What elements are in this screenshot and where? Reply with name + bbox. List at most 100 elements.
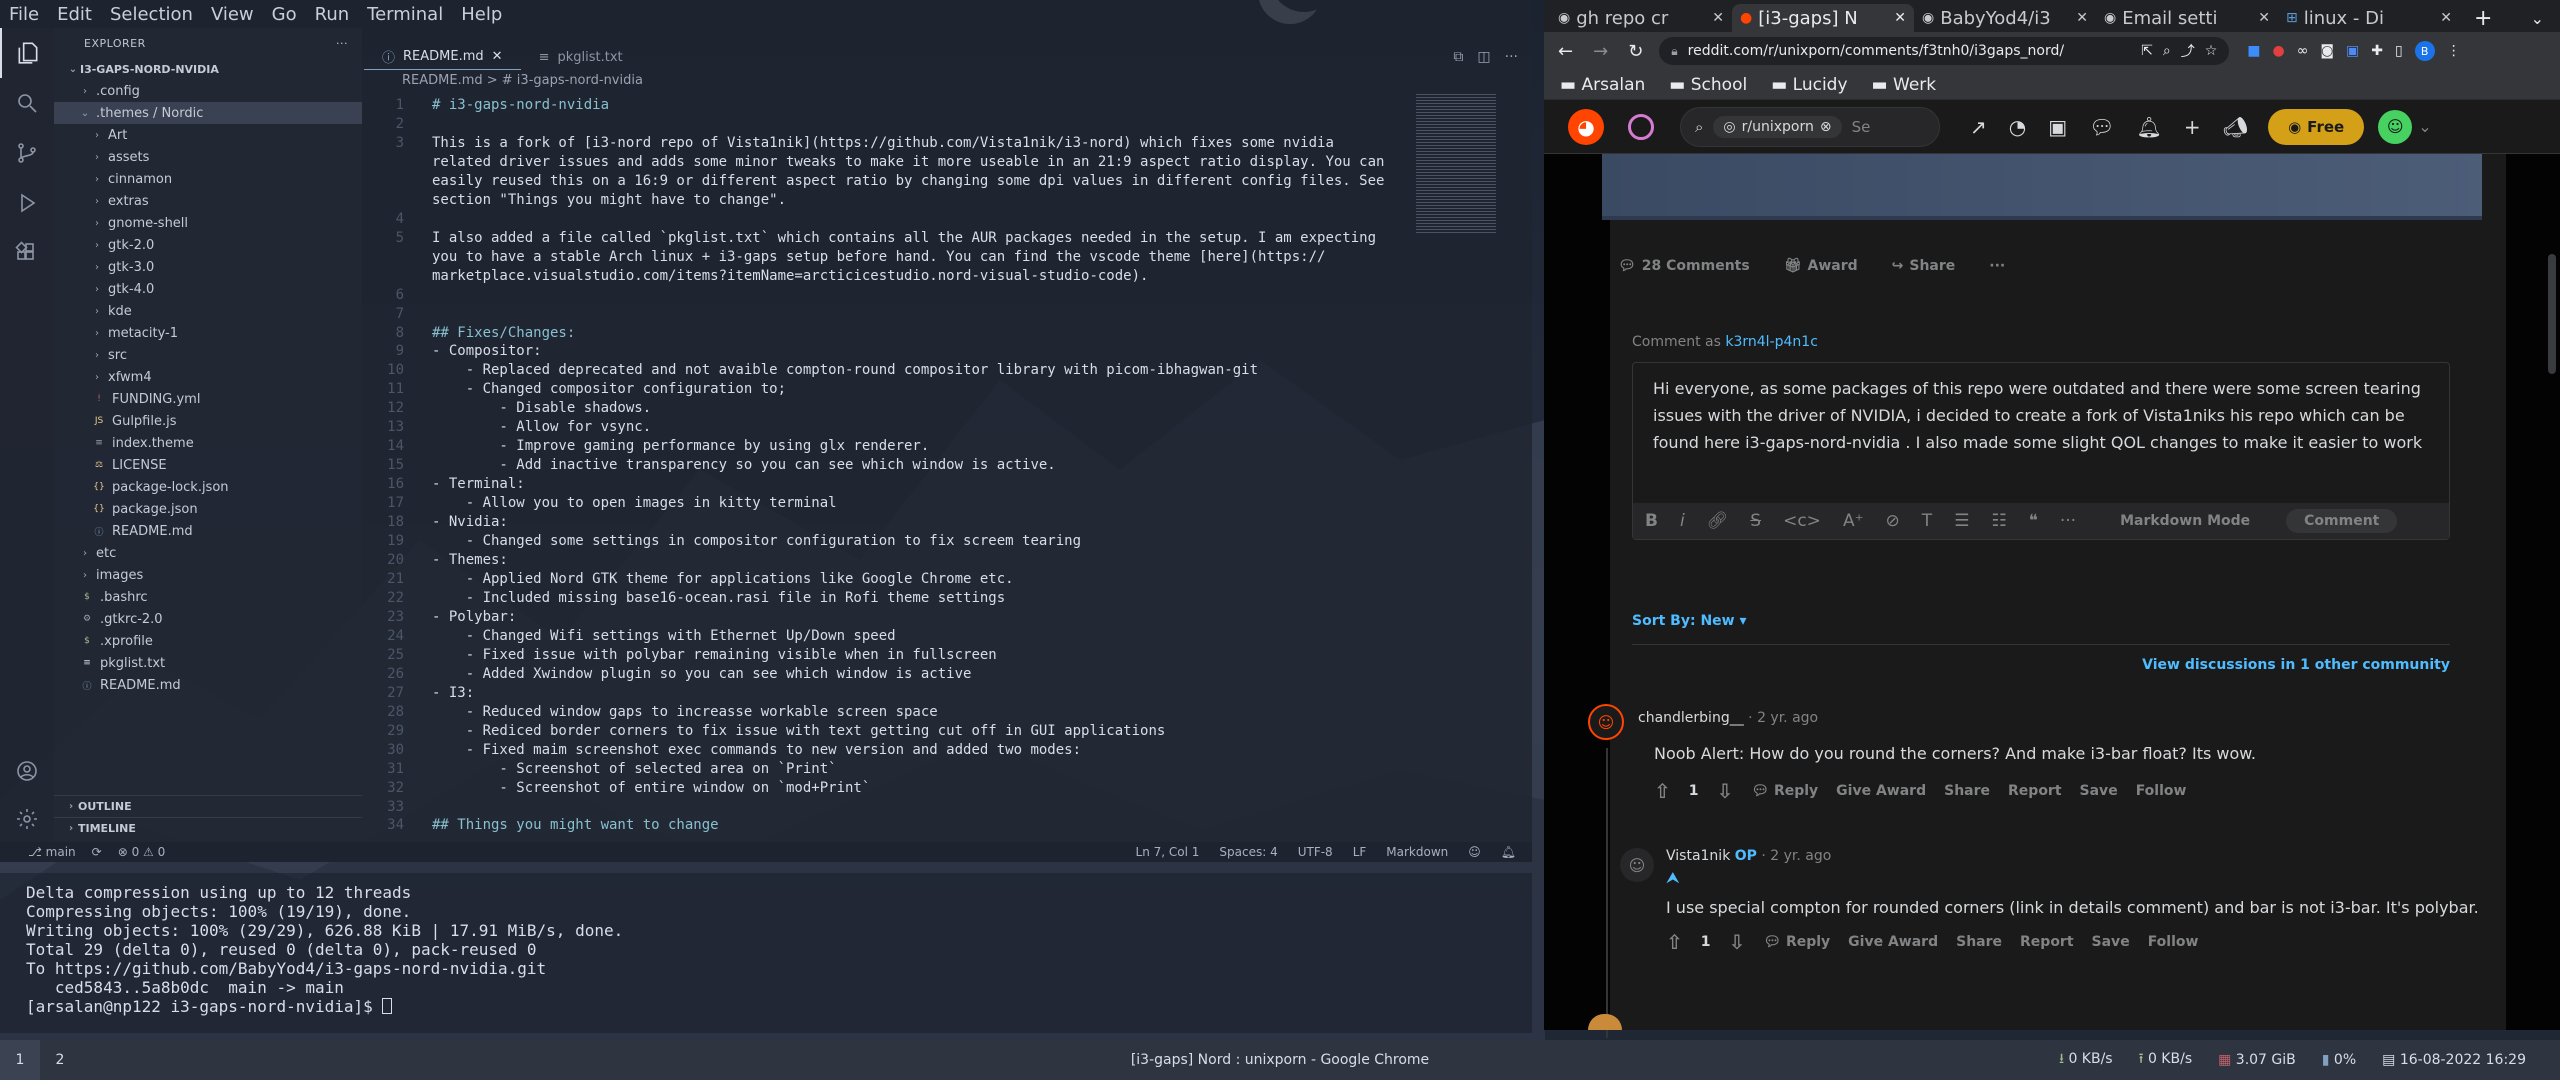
inline-code-icon[interactable]: <c> — [1783, 511, 1821, 531]
tree-folder[interactable]: › src — [54, 344, 362, 366]
bookmark-folder[interactable]: ▬ School — [1669, 75, 1747, 95]
close-tab-icon[interactable]: ✕ — [2076, 10, 2088, 26]
problems-indicator[interactable]: ⊗ 0 ⚠ 0 — [118, 845, 166, 859]
open-in-app-icon[interactable]: ⇱ — [2141, 43, 2153, 59]
stats-icon[interactable]: ◔ — [2009, 115, 2026, 139]
browser-tab-active[interactable]: ● [i3-gaps] N ✕ — [1732, 4, 1914, 32]
share-button[interactable]: ↪ Share — [1892, 258, 1956, 274]
reply-button[interactable]: 💬︎ Reply — [1763, 934, 1830, 950]
settings-gear-icon[interactable] — [0, 794, 54, 844]
bulleted-list-icon[interactable]: ☰ — [1954, 511, 1969, 531]
quote-block-icon[interactable]: ❝ — [2029, 511, 2038, 531]
advertise-icon[interactable]: 📣︎ — [2223, 115, 2248, 139]
popular-icon[interactable]: ↗ — [1970, 115, 1987, 139]
tree-file[interactable]: {} package-lock.json — [54, 476, 362, 498]
report-button[interactable]: Report — [2020, 934, 2074, 950]
language-mode[interactable]: Markdown — [1386, 845, 1448, 859]
zoom-icon[interactable]: ⌕ — [2163, 43, 2171, 59]
close-tab-icon[interactable]: ✕ — [2258, 10, 2270, 26]
indentation[interactable]: Spaces: 4 — [1219, 845, 1277, 859]
bold-icon[interactable]: B — [1645, 511, 1658, 531]
omnibox[interactable]: 🔒︎ reddit.com/r/unixporn/comments/f3tnh0… — [1659, 37, 2230, 65]
feedback-icon[interactable]: ☺ — [1468, 845, 1481, 859]
tree-folder[interactable]: › assets — [54, 146, 362, 168]
notification-bell-icon[interactable]: 🔔︎ — [2137, 115, 2162, 139]
tree-file[interactable]: ≡ index.theme — [54, 432, 362, 454]
workspace-root[interactable]: ⌄ I3-GAPS-NORD-NVIDIA — [54, 58, 362, 80]
follow-button[interactable]: Follow — [2148, 934, 2199, 950]
tree-file[interactable]: ⓘ README.md — [54, 520, 362, 542]
cursor-position[interactable]: Ln 7, Col 1 — [1136, 845, 1200, 859]
open-preview-icon[interactable]: ⧉ — [1453, 49, 1463, 65]
menu-view[interactable]: View — [202, 4, 263, 25]
browser-tab[interactable]: ◉ Email setti ✕ — [2096, 4, 2278, 32]
workspace-button[interactable]: 1 — [0, 1040, 40, 1080]
more-actions-icon[interactable]: ··· — [336, 37, 348, 50]
close-tab-icon[interactable]: ✕ — [1894, 10, 1906, 26]
close-tab-icon[interactable]: ✕ — [1712, 10, 1724, 26]
profile-avatar[interactable]: B — [2414, 41, 2435, 61]
tree-folder[interactable]: › kde — [54, 300, 362, 322]
tree-folder[interactable]: › metacity-1 — [54, 322, 362, 344]
username-link[interactable]: k3rn4l-p4n1c — [1725, 334, 1818, 350]
reddit-logo-icon[interactable]: ◕ — [1568, 108, 1604, 145]
search-bar[interactable]: ⌕ ◎ r/unixporn ⊗ Se — [1680, 106, 1940, 147]
menu-run[interactable]: Run — [306, 4, 359, 25]
chrome-menu-icon[interactable]: ⋮ — [2447, 43, 2461, 59]
save-button[interactable]: Save — [2092, 934, 2130, 950]
outline-section[interactable]: › OUTLINE — [54, 795, 362, 817]
timeline-section[interactable]: › TIMELINE — [54, 817, 362, 839]
report-button[interactable]: Report — [2008, 783, 2062, 799]
tree-file[interactable]: ⓘ README.md — [54, 674, 362, 696]
tree-folder[interactable]: ⌄ .themes / Nordic — [54, 102, 362, 124]
menu-terminal[interactable]: Terminal — [358, 4, 452, 25]
upvote-icon[interactable]: ⇧ — [1666, 930, 1683, 954]
run-debug-icon[interactable] — [0, 178, 54, 228]
reload-icon[interactable]: ↻ — [1618, 41, 1653, 62]
tab-readme[interactable]: ⓘ README.md ✕ — [364, 44, 521, 70]
tree-folder[interactable]: › gtk-3.0 — [54, 256, 362, 278]
tree-file[interactable]: JS Gulpfile.js — [54, 410, 362, 432]
tree-folder[interactable]: › cinnamon — [54, 168, 362, 190]
chevron-down-icon[interactable]: ⌄ — [2418, 117, 2431, 136]
share-icon[interactable]: ⤴ — [2181, 41, 2195, 61]
more-actions-icon[interactable]: ··· — [1505, 49, 1518, 65]
bookmark-star-icon[interactable]: ☆ — [2205, 43, 2218, 59]
more-options-icon[interactable]: ··· — [1989, 258, 2005, 274]
branch-indicator[interactable]: ⎇ main — [28, 845, 76, 859]
award-button[interactable]: 🎁︎ Award — [1784, 258, 1858, 274]
line-ending[interactable]: LF — [1353, 845, 1367, 859]
minimap[interactable] — [1416, 94, 1496, 234]
upvote-icon[interactable]: ⇧ — [1654, 779, 1671, 803]
free-coins-button[interactable]: ◉ Free — [2268, 108, 2365, 145]
extension-adblock-icon[interactable]: ● — [2273, 43, 2285, 59]
close-tab-icon[interactable]: ✕ — [2440, 10, 2452, 26]
tree-file[interactable]: ≡ pkglist.txt — [54, 652, 362, 674]
tree-folder[interactable]: › Art — [54, 124, 362, 146]
browser-tab[interactable]: ◉ BabyYod4/i3 ✕ — [1914, 4, 2096, 32]
link-icon[interactable]: 🔗︎ — [1707, 511, 1729, 531]
strikethrough-icon[interactable]: S — [1750, 511, 1761, 531]
markdown-mode-button[interactable]: Markdown Mode — [2120, 513, 2250, 529]
user-avatar[interactable]: ☺ — [1588, 704, 1624, 740]
comments-count[interactable]: 💬︎ 28 Comments — [1618, 258, 1750, 274]
give-award-button[interactable]: Give Award — [1848, 934, 1938, 950]
heading-icon[interactable]: T — [1922, 511, 1932, 531]
reply-button[interactable]: 💬︎ Reply — [1751, 783, 1818, 799]
extensions-puzzle-icon[interactable]: ✚ — [2371, 43, 2383, 59]
tab-pkglist[interactable]: ≡ pkglist.txt — [521, 44, 641, 70]
share-button[interactable]: Share — [1944, 783, 1990, 799]
post-image-strip[interactable] — [1602, 154, 2482, 220]
comment-author[interactable]: chandlerbing__ — [1638, 710, 1744, 726]
new-tab-button[interactable]: + — [2460, 4, 2506, 32]
sort-dropdown[interactable]: Sort By: New ▾ — [1632, 613, 1747, 637]
tree-file[interactable]: ⚙ .gtkrc-2.0 — [54, 608, 362, 630]
account-icon[interactable] — [0, 746, 54, 796]
bookmark-folder[interactable]: ▬ Werk — [1872, 75, 1937, 95]
create-post-icon[interactable]: + — [2184, 115, 2201, 139]
close-icon[interactable]: ⊗ — [1820, 119, 1832, 135]
tree-file[interactable]: ! FUNDING.yml — [54, 388, 362, 410]
tree-file[interactable]: $ .bashrc — [54, 586, 362, 608]
tree-file[interactable]: ⚖ LICENSE — [54, 454, 362, 476]
breadcrumb[interactable]: README.md > # i3-gaps-nord-nvidia — [364, 70, 1532, 90]
